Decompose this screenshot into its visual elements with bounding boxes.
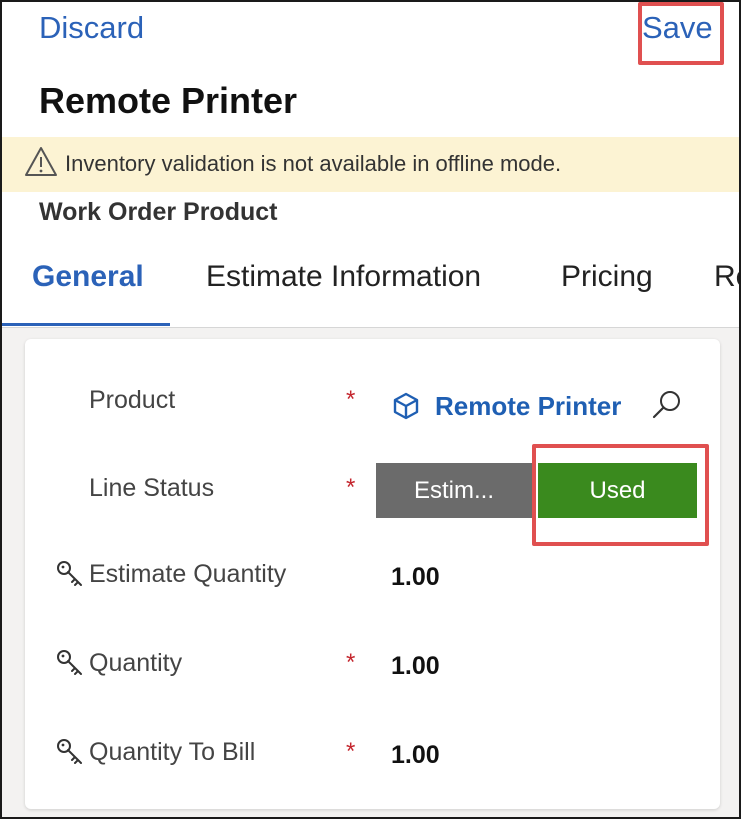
tab-pricing[interactable]: Pricing [561,260,653,294]
key-icon [57,650,82,675]
used-highlight-box [532,444,709,546]
tab-truncated[interactable]: Re [714,260,739,294]
estimate-quantity-label: Estimate Quantity [89,560,287,588]
header: Discard Save Remote Printer [2,2,739,137]
banner-message: Inventory validation is not available in… [65,151,562,176]
quantity-to-bill-label: Quantity To Bill [89,738,256,766]
key-icon [57,739,82,764]
required-marker: * [346,474,356,501]
discard-button[interactable]: Discard [39,10,144,46]
quantity-to-bill-value: 1.00 [391,741,440,769]
estimate-quantity-value: 1.00 [391,563,440,591]
tab-general[interactable]: General [32,260,144,294]
required-marker: * [346,649,356,676]
line-status-estimated-option[interactable]: Estim... [376,463,532,518]
required-marker: * [346,738,356,765]
record-title: Remote Printer [39,80,298,121]
tab-estimate-information[interactable]: Estimate Information [206,260,481,294]
warning-triangle-icon [25,147,57,176]
line-status-label: Line Status [89,474,215,502]
product-label: Product [89,386,176,414]
quantity-value: 1.00 [391,652,440,680]
active-tab-indicator [2,323,170,326]
offline-warning-banner: Inventory validation is not available in… [2,137,739,193]
search-icon[interactable] [650,388,684,422]
required-marker: * [346,386,356,413]
save-highlight-box [638,2,724,65]
quantity-label: Quantity [89,649,183,677]
cube-icon [393,392,419,420]
app-frame: Discard Save Remote Printer Inventory va… [0,0,741,819]
entity-name: Work Order Product [39,198,278,226]
product-lookup-link[interactable]: Remote Printer [435,391,621,422]
form-header: Work Order Product General Estimate Info… [2,192,739,328]
key-icon [57,561,82,586]
